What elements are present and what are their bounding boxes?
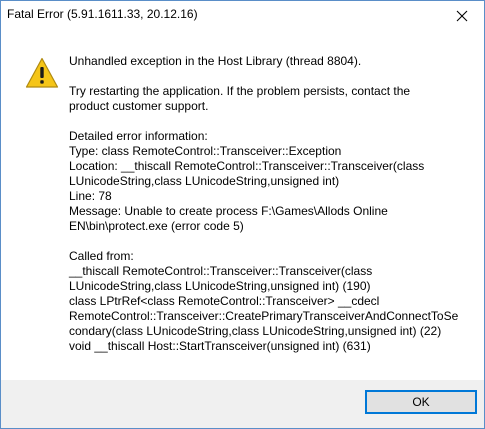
- message-line-2: EN\bin\protect.exe (error code 5): [69, 219, 244, 233]
- type-line: Type: class RemoteControl::Transceiver::…: [69, 144, 342, 158]
- warning-triangle-icon: [25, 57, 59, 88]
- details-header: Detailed error information:: [69, 129, 208, 143]
- call-3-line: void __thiscall Host::StartTransceiver(u…: [69, 339, 371, 353]
- advice-line-1: Try restarting the application. If the p…: [69, 84, 411, 98]
- error-headline: Unhandled exception in the Host Library …: [69, 54, 362, 68]
- title-bar[interactable]: Fatal Error (5.91.1611.33, 20.12.16): [1, 1, 484, 31]
- call-2-line-c: condary(class LUnicodeString,class LUnic…: [69, 324, 442, 338]
- call-2-line-b: RemoteControl::Transceiver::CreatePrimar…: [69, 309, 459, 323]
- close-button[interactable]: [439, 1, 484, 30]
- close-icon: [456, 10, 467, 21]
- ok-button[interactable]: OK: [365, 390, 477, 414]
- call-1-line-b: LUnicodeString,class LUnicodeString,unsi…: [69, 279, 371, 293]
- error-message: Unhandled exception in the Host Library …: [69, 54, 474, 354]
- message-line-1: Message: Unable to create process F:\Gam…: [69, 204, 388, 218]
- error-dialog: Fatal Error (5.91.1611.33, 20.12.16) Unh…: [0, 0, 485, 429]
- dialog-content: Unhandled exception in the Host Library …: [1, 31, 484, 380]
- advice-line-2: product customer support.: [69, 99, 209, 113]
- line-number: Line: 78: [69, 189, 112, 203]
- location-line-2: LUnicodeString,class LUnicodeString,unsi…: [69, 174, 340, 188]
- button-bar: OK: [1, 380, 484, 428]
- call-1-line-a: __thiscall RemoteControl::Transceiver::T…: [69, 264, 373, 278]
- call-2-line-a: class LPtrRef<class RemoteControl::Trans…: [69, 294, 380, 308]
- window-title: Fatal Error (5.91.1611.33, 20.12.16): [7, 7, 198, 21]
- called-from-header: Called from:: [69, 249, 134, 263]
- location-line-1: Location: __thiscall RemoteControl::Tran…: [69, 159, 425, 173]
